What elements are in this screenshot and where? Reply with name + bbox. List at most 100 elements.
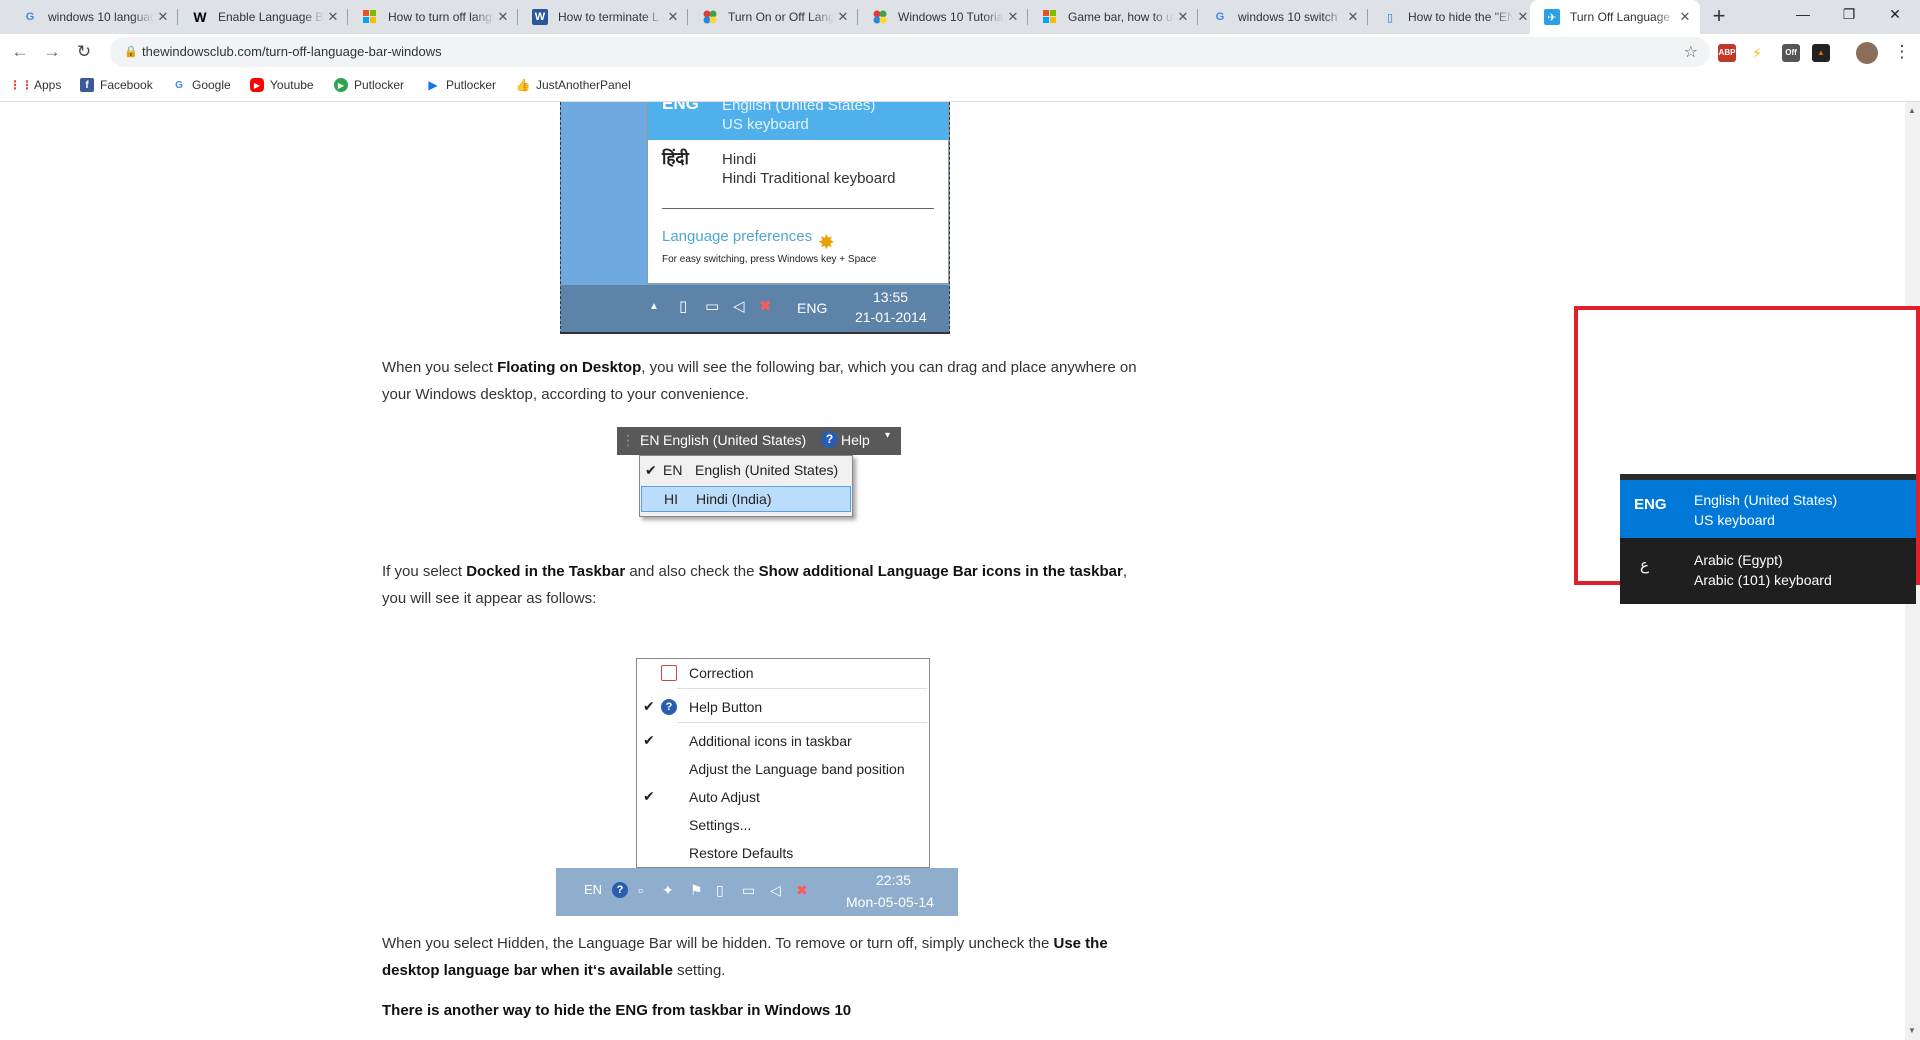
tab-title: Turn Off Language <box>1570 10 1671 24</box>
reload-button[interactable]: ↻ <box>72 40 96 64</box>
windowsclub-icon: ✈ <box>1544 9 1560 25</box>
bookmark-label: Putlocker <box>446 78 497 92</box>
bookmark-apps[interactable]: ⋮⋮ Apps <box>9 78 62 92</box>
lang-name: English (United States) US keyboard <box>722 102 876 133</box>
url-text[interactable]: thewindowsclub.com/turn-off-language-bar… <box>142 44 442 59</box>
play-icon: ▶ <box>428 78 438 92</box>
bookmark-justanotherpanel[interactable]: 👍 JustAnotherPanel <box>516 78 631 92</box>
apps-grid-icon: ⋮⋮ <box>9 78 33 92</box>
doc-icon: ▯ <box>1386 11 1394 24</box>
adblock-extension-icon[interactable]: ABP 36 <box>1718 44 1736 75</box>
lang-code: ع <box>1640 557 1649 574</box>
switch-hint: For easy switching, press Windows key + … <box>662 254 877 265</box>
close-icon[interactable]: ✕ <box>1174 9 1192 25</box>
close-window-button[interactable]: ✕ <box>1872 0 1918 30</box>
chevron-up-icon: ▲ <box>649 301 659 312</box>
word-icon: W <box>532 9 548 25</box>
correction-icon <box>661 665 677 681</box>
tenforums-icon <box>872 9 888 25</box>
minimize-button[interactable]: — <box>1780 0 1826 30</box>
tab-9-active[interactable]: ✈ Turn Off Language ✕ <box>1530 0 1700 34</box>
close-icon[interactable]: ✕ <box>1344 9 1362 25</box>
bookmark-star-icon[interactable]: ☆ <box>1684 42 1698 62</box>
paragraph-docked: If you select Docked in the Taskbar and … <box>382 563 1127 607</box>
language-option-arabic[interactable]: ع Arabic (Egypt) Arabic (101) keyboard <box>1620 540 1916 598</box>
lang-code: ENG <box>662 102 699 113</box>
lock-icon: 🔒 <box>124 46 138 58</box>
tab-3[interactable]: W How to terminate L ✕ <box>518 0 688 34</box>
language-option-english[interactable]: ENG English (United States) US keyboard <box>1620 480 1916 538</box>
close-icon[interactable]: ✕ <box>834 9 852 25</box>
microsoft-icon <box>1042 9 1058 25</box>
tab-0[interactable]: G windows 10 language ✕ <box>8 0 178 34</box>
taskbar-date: Mon-05-05-14 <box>846 894 934 910</box>
bookmark-youtube[interactable]: ▶ Youtube <box>250 78 314 92</box>
back-button[interactable]: ← <box>8 40 32 64</box>
language-switcher-flyout: ENG English (United States) US keyboard ع… <box>1620 474 1916 604</box>
scroll-up-icon[interactable]: ▲ <box>1908 106 1916 115</box>
google-icon: G <box>175 79 183 91</box>
menu-item-correction: Correction <box>637 663 929 685</box>
paragraph-floating: When you select Floating on Desktop, you… <box>382 359 1137 403</box>
menu-kebab-icon[interactable]: ⋮ <box>1890 40 1914 64</box>
bookmark-label: Youtube <box>270 78 314 92</box>
menu-item-auto-adjust: ✔ Auto Adjust <box>643 788 760 805</box>
youtube-icon: ▶ <box>250 78 264 92</box>
tab-4[interactable]: Turn On or Off Lang ✕ <box>688 0 858 34</box>
close-icon[interactable]: ✕ <box>324 9 342 25</box>
tab-title: Windows 10 Tutorial <box>898 10 1004 24</box>
forward-button[interactable]: → <box>40 40 64 64</box>
bookmark-facebook[interactable]: f Facebook <box>80 78 153 92</box>
browser-toolbar: ← → ↻ 🔒 thewindowsclub.com/turn-off-lang… <box>0 34 1920 75</box>
bar-lang-name: English (United States) <box>663 432 807 448</box>
tab-6[interactable]: Game bar, how to u ✕ <box>1028 0 1198 34</box>
floating-language-menu-image: ✔ EN English (United States) HI Hindi (I… <box>639 455 853 517</box>
article-image-language-flyout: ENG English (United States) US keyboard ह… <box>560 102 950 334</box>
floating-language-bar-image: ⋮⋮ EN English (United States) ? Help ▾ <box>617 427 901 455</box>
google-icon: G <box>1215 11 1225 23</box>
tab-title: How to hide the "EN <box>1408 10 1514 24</box>
tab-8[interactable]: ▯ How to hide the "EN ✕ <box>1368 0 1538 34</box>
flag-icon: ⚑ <box>690 882 703 898</box>
close-icon[interactable]: ✕ <box>1004 9 1022 25</box>
menu-row-hindi: HI Hindi (India) <box>641 486 851 512</box>
network-icon: ▭ <box>742 882 756 898</box>
tab-7[interactable]: G windows 10 switch ✕ <box>1198 0 1368 34</box>
address-bar[interactable]: 🔒 thewindowsclub.com/turn-off-language-b… <box>110 37 1710 67</box>
wikihow-icon: W <box>193 9 207 25</box>
bookmark-label: JustAnotherPanel <box>536 78 631 92</box>
close-icon[interactable]: ✕ <box>154 9 172 25</box>
close-icon[interactable]: ✕ <box>664 9 682 25</box>
bookmark-label: Apps <box>34 78 62 92</box>
satellite-icon: ✦ <box>662 882 674 898</box>
orange-extension-icon[interactable]: ▲ <box>1812 44 1830 62</box>
restore-button[interactable]: ❐ <box>1826 0 1872 30</box>
tenforums-icon <box>702 9 718 25</box>
language-row-english-selected: ENG English (United States) US keyboard <box>648 102 948 140</box>
avatar[interactable] <box>1856 42 1878 64</box>
tab-title: windows 10 switch <box>1238 10 1338 24</box>
scroll-down-icon[interactable]: ▼ <box>1908 1026 1916 1035</box>
menu-row-english: ✔ EN English (United States) <box>645 462 839 478</box>
bookmark-putlocker-2[interactable]: ▶ Putlocker <box>426 78 496 92</box>
close-icon[interactable]: ✕ <box>494 9 512 25</box>
new-tab-button[interactable]: + <box>1706 4 1732 30</box>
bookmark-google[interactable]: G Google <box>172 78 231 92</box>
off-extension-icon[interactable]: Off <box>1782 44 1800 62</box>
tab-1[interactable]: W Enable Language Bar ✕ <box>178 0 348 34</box>
tab-2[interactable]: How to turn off language ✕ <box>348 0 518 34</box>
lightning-extension-icon[interactable]: ⚡ <box>1748 44 1766 62</box>
tab-5[interactable]: Windows 10 Tutorial ✕ <box>858 0 1028 34</box>
bookmark-putlocker-1[interactable]: ▶ Putlocker <box>334 78 404 92</box>
tab-title: How to terminate L <box>558 10 659 24</box>
cursor-icon: ✸ <box>818 232 835 254</box>
lang-name: Hindi Hindi Traditional keyboard <box>722 151 896 187</box>
battery-icon: ▯ <box>716 882 724 898</box>
bookmark-label: Google <box>192 78 231 92</box>
menu-item-restore-defaults: Restore Defaults <box>689 845 794 861</box>
jap-icon: 👍 <box>515 78 531 92</box>
close-icon[interactable]: ✕ <box>1676 9 1694 25</box>
bookmark-label: Putlocker <box>354 78 405 92</box>
bookmark-label: Facebook <box>100 78 153 92</box>
lang-name: Arabic (Egypt) Arabic (101) keyboard <box>1694 552 1832 588</box>
